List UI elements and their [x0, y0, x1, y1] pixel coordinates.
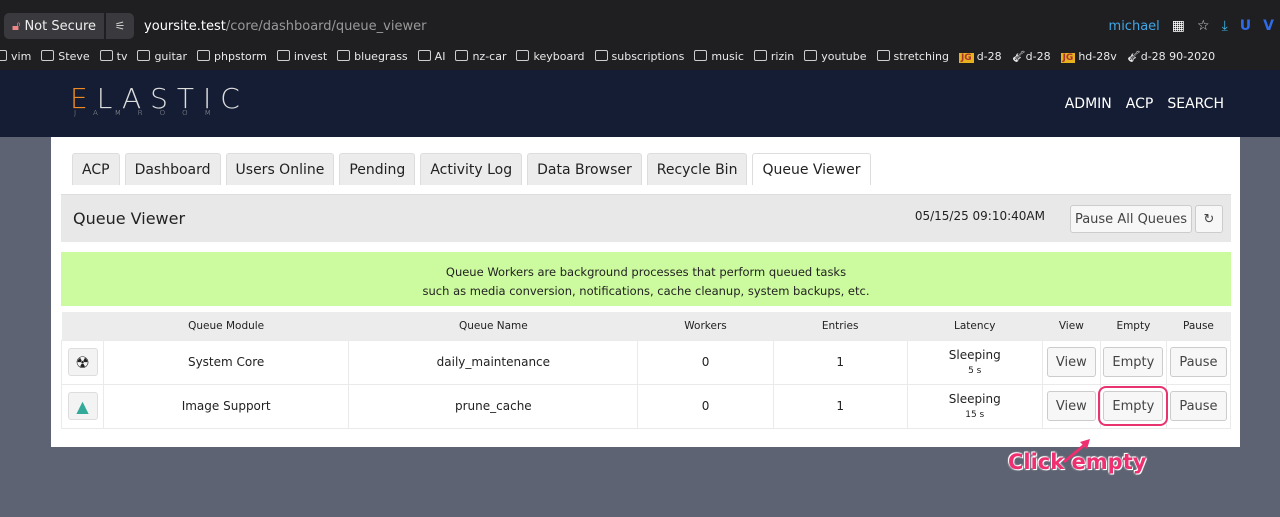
tab-recycle-bin[interactable]: Recycle Bin: [646, 153, 748, 185]
jg-icon: JG: [958, 52, 974, 63]
pause-button[interactable]: Pause: [1170, 391, 1227, 421]
bookmark-folder[interactable]: rizin: [754, 50, 794, 63]
bookmark-folder[interactable]: nz-car: [455, 50, 506, 63]
bookmark-folder[interactable]: vim: [0, 50, 31, 63]
content-panel: ACP Dashboard Users Online Pending Activ…: [51, 137, 1240, 447]
tab-pending[interactable]: Pending: [339, 153, 416, 185]
bookmark-folder[interactable]: guitar: [137, 50, 187, 63]
pause-button[interactable]: Pause: [1170, 347, 1227, 377]
timestamp: 05/15/25 09:10:40AM: [914, 209, 1045, 223]
bookmarks-bar: vim Steve tv guitar phpstorm invest blue…: [0, 46, 1215, 66]
browser-chrome: 🔓︎ Not Secure ⚟ yoursite.test/core/dashbo…: [0, 0, 1280, 70]
extension-v-icon[interactable]: V: [1263, 18, 1274, 34]
site-settings-icon[interactable]: ⚟: [106, 13, 135, 39]
bookmark-folder[interactable]: keyboard: [516, 50, 584, 63]
bookmark-link[interactable]: JG hd-28v: [1060, 50, 1117, 63]
table-row: ☢ System Core daily_maintenance 0 1 Slee…: [60, 339, 1232, 385]
bookmark-folder[interactable]: stretching: [877, 50, 949, 63]
not-secure-badge[interactable]: 🔓︎ Not Secure: [4, 13, 105, 39]
annotation-text: Click empty: [1008, 450, 1147, 474]
tab-activity-log[interactable]: Activity Log: [420, 153, 523, 185]
pause-all-queues-button[interactable]: Pause All Queues: [1070, 205, 1192, 233]
profile-name[interactable]: michael: [1109, 19, 1160, 34]
site-header: ELASTIC JAMROOM ADMIN ACP SEARCH: [0, 70, 1280, 137]
url-text[interactable]: yoursite.test/core/dashboard/queue_viewe…: [144, 19, 426, 34]
table-header-row: Queue Module Queue Name Workers Entries Late…: [61, 312, 1231, 340]
view-button[interactable]: View: [1046, 347, 1096, 377]
bookmark-folder[interactable]: youtube: [804, 50, 866, 63]
bookmark-folder[interactable]: subscriptions: [595, 50, 685, 63]
guitar-icon: 🎸︎: [1011, 49, 1026, 63]
apps-icon[interactable]: ▦: [1172, 18, 1185, 34]
extension-u-icon[interactable]: U: [1240, 18, 1251, 34]
bookmark-folder[interactable]: phpstorm: [197, 50, 267, 63]
tab-dashboard[interactable]: Dashboard: [124, 153, 221, 185]
empty-button-highlighted[interactable]: Empty: [1098, 386, 1169, 426]
tab-users-online[interactable]: Users Online: [225, 153, 335, 185]
radiation-icon: ☢: [67, 348, 98, 376]
info-notice: Queue Workers are background processes t…: [61, 252, 1231, 306]
title-bar: Queue Viewer 05/15/25 09:10:40AM Pause A…: [61, 194, 1231, 242]
lock-icon: 🔓︎: [12, 18, 21, 34]
download-icon[interactable]: ⤓: [1222, 18, 1228, 34]
bookmark-folder[interactable]: Steve: [41, 50, 89, 63]
queue-table: Queue Module Queue Name Workers Entries Late…: [60, 312, 1232, 429]
image-icon: ▲: [67, 392, 98, 420]
address-bar[interactable]: 🔓︎ Not Secure ⚟ yoursite.test/core/dashbo…: [0, 10, 1280, 42]
bookmark-folder[interactable]: music: [694, 50, 744, 63]
tab-bar: ACP Dashboard Users Online Pending Activ…: [72, 153, 871, 185]
bookmark-link[interactable]: JG d-28: [958, 50, 1002, 63]
table-row: ▲ Image Support prune_cache 0 1 Sleeping…: [60, 383, 1232, 429]
tab-data-browser[interactable]: Data Browser: [527, 153, 642, 185]
jg-icon: JG: [1060, 52, 1076, 63]
refresh-button[interactable]: ↻: [1195, 205, 1223, 233]
site-logo[interactable]: ELASTIC JAMROOM: [70, 82, 249, 117]
view-button[interactable]: View: [1046, 391, 1096, 421]
bookmark-link[interactable]: 🎸︎d-28 90-2020: [1127, 50, 1215, 63]
page-title: Queue Viewer: [73, 209, 186, 228]
nav-search[interactable]: SEARCH: [1167, 96, 1224, 112]
bookmark-folder[interactable]: invest: [277, 50, 327, 63]
empty-button[interactable]: Empty: [1103, 347, 1164, 377]
guitar-icon: 🎸︎: [1126, 49, 1141, 63]
refresh-icon: ↻: [1203, 211, 1215, 227]
bookmark-folder[interactable]: AI: [418, 50, 446, 63]
bookmark-folder[interactable]: bluegrass: [337, 50, 408, 63]
bookmark-link[interactable]: 🎸︎d-28: [1012, 50, 1051, 63]
bookmark-folder[interactable]: tv: [100, 50, 128, 63]
tab-acp[interactable]: ACP: [72, 153, 120, 185]
nav-admin[interactable]: ADMIN: [1065, 96, 1112, 112]
tab-queue-viewer[interactable]: Queue Viewer: [752, 153, 871, 185]
nav-acp[interactable]: ACP: [1126, 96, 1154, 112]
star-icon[interactable]: ☆: [1197, 18, 1210, 34]
